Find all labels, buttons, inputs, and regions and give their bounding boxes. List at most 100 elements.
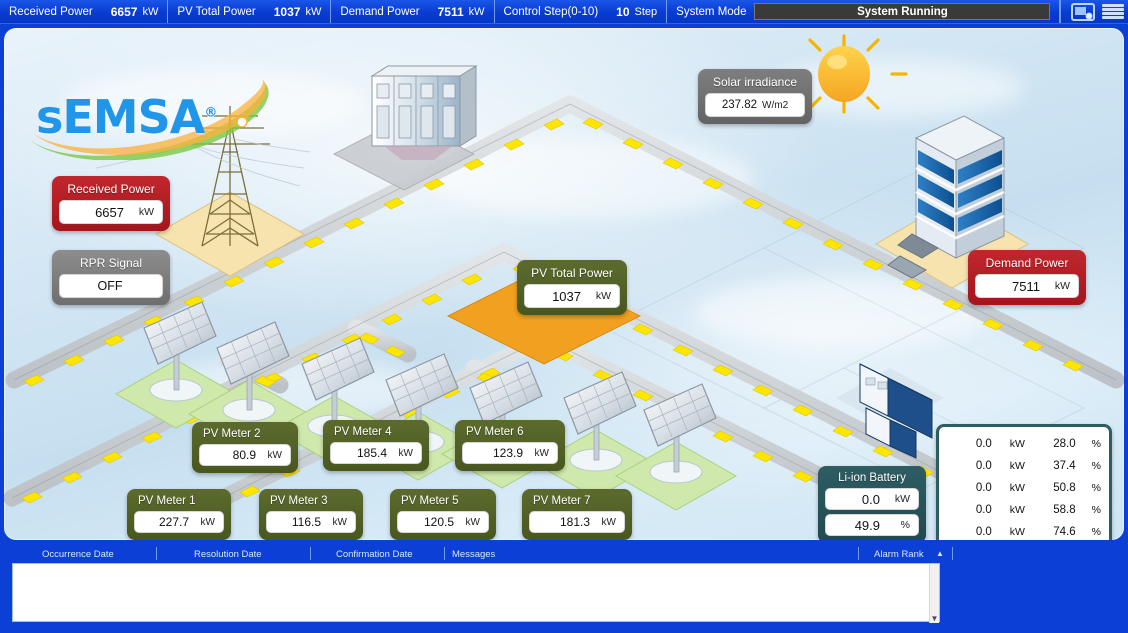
topbar-metric-label: PV Total Power [177, 5, 256, 18]
topbar-system-mode[interactable]: System Mode System Running [667, 0, 1061, 23]
table-row: 0.0 kW 37.4 % [947, 460, 1101, 472]
li-ion-battery-title: Li-ion Battery [838, 472, 906, 484]
logo-wordmark: sEMSA® [36, 90, 217, 144]
table-row: 0.0 kW 28.0 % [947, 438, 1101, 450]
pv-meter-4-panel[interactable]: PV Meter 4 185.4 kW [323, 420, 429, 471]
pv-total-power-unit: kW [595, 290, 611, 302]
topbar-metric-received-power[interactable]: Received Power 6657 kW [0, 0, 169, 23]
topbar-metric-pv-total-power[interactable]: PV Total Power 1037 kW [168, 0, 332, 23]
screenshot-camera-icon[interactable] [1070, 2, 1096, 21]
battery-row-soc: 37.4 [1053, 460, 1076, 472]
li-ion-battery-power-unit: kW [894, 493, 910, 505]
received-power-panel[interactable]: Received Power 6657 kW [52, 176, 170, 231]
solar-irradiance-value: 237.82 [721, 99, 758, 111]
system-mode-label: System Mode [676, 5, 747, 18]
battery-row-power: 0.0 [975, 482, 992, 494]
pv-meter-7-panel[interactable]: PV Meter 7 181.3 kW [522, 489, 632, 540]
li-ion-battery-soc-unit: % [900, 519, 910, 531]
pv-meter-3-field: 116.5 kW [266, 511, 356, 533]
solar-irradiance-title: Solar irradiance [712, 75, 798, 89]
pv-meter-6-field: 123.9 kW [462, 442, 558, 464]
topbar-metric-demand-power[interactable]: Demand Power 7511 kW [331, 0, 495, 23]
pv-total-power-panel[interactable]: PV Total Power 1037 kW [517, 260, 627, 315]
semsa-logo: sEMSA® [28, 76, 278, 160]
pv-meter-4-title: PV Meter 4 [334, 426, 392, 438]
demand-power-panel[interactable]: Demand Power 7511 kW [968, 250, 1086, 305]
scroll-down-arrow-icon[interactable]: ▼ [931, 614, 939, 623]
battery-row-soc-unit: % [1091, 526, 1101, 538]
rpr-signal-field: OFF [59, 274, 163, 298]
topbar-metric-label: Received Power [9, 5, 93, 18]
demand-power-title: Demand Power [985, 256, 1069, 270]
li-ion-battery-panel[interactable]: Li-ion Battery 0.0 kW 49.9 % [818, 466, 926, 540]
topbar-icon-group [1060, 0, 1128, 23]
battery-row-power-unit: kW [1009, 526, 1025, 538]
pv-meter-5-value: 120.5 [423, 515, 454, 529]
alarm-col-occurrence-date[interactable]: Occurrence Date [42, 549, 114, 560]
rpr-signal-panel[interactable]: RPR Signal OFF [52, 250, 170, 305]
rpr-signal-value: OFF [97, 279, 123, 293]
pv-meter-3-unit: kW [332, 516, 347, 528]
pv-meter-1-value: 227.7 [158, 515, 189, 529]
battery-row-soc: 74.6 [1053, 526, 1076, 538]
battery-row-power: 0.0 [975, 504, 992, 516]
topbar-metric-unit: kW [305, 5, 322, 18]
pv-meter-6-value: 123.9 [492, 446, 523, 460]
pv-meter-5-panel[interactable]: PV Meter 5 120.5 kW [390, 489, 496, 540]
alarm-col-alarm-rank[interactable]: Alarm Rank [874, 549, 924, 560]
battery-row-soc: 28.0 [1053, 438, 1076, 450]
topbar-metric-unit: kW [468, 5, 485, 18]
pv-meter-1-unit: kW [200, 516, 215, 528]
pv-meter-5-field: 120.5 kW [397, 511, 489, 533]
solar-irradiance-unit: W/m2 [762, 99, 789, 111]
solar-irradiance-panel[interactable]: Solar irradiance 237.82 W/m2 [698, 69, 812, 124]
received-power-unit: kW [138, 206, 154, 218]
battery-string-table[interactable]: 0.0 kW 28.0 % 0.0 kW 37.4 % 0.0 kW 50.8 … [936, 424, 1112, 540]
battery-row-soc-unit: % [1091, 504, 1101, 516]
pv-meter-6-panel[interactable]: PV Meter 6 123.9 kW [455, 420, 565, 471]
topbar-metric-label: Control Step(0-10) [503, 5, 599, 18]
topbar-metric-control-step[interactable]: Control Step(0-10) 10 Step [495, 0, 668, 23]
table-row: 0.0 kW 74.6 % [947, 526, 1101, 538]
header-divider [156, 547, 157, 560]
table-row: 0.0 kW 50.8 % [947, 482, 1101, 494]
sort-ascending-icon[interactable]: ▲ [936, 549, 944, 558]
pv-meter-6-unit: kW [534, 447, 549, 459]
received-power-field: 6657 kW [59, 200, 163, 224]
battery-row-soc-unit: % [1091, 482, 1101, 494]
alarm-bar: Occurrence Date Resolution Date Confirma… [0, 546, 1128, 633]
plant-overview-diagram: sEMSA® Received Power 6657 kW RPR Signal… [4, 28, 1124, 540]
battery-row-power-unit: kW [1009, 438, 1025, 450]
battery-row-power: 0.0 [975, 526, 992, 538]
pv-meter-7-field: 181.3 kW [529, 511, 625, 533]
alarm-col-resolution-date[interactable]: Resolution Date [194, 549, 262, 560]
pv-total-power-field: 1037 kW [524, 284, 620, 308]
alarm-list-scrollbar[interactable]: ▼ [929, 564, 939, 623]
topbar-metric-unit: kW [142, 5, 159, 18]
alarm-list[interactable]: ▼ [12, 563, 940, 623]
topbar-metric-value: 6657 [110, 4, 138, 19]
alarm-table-header: Occurrence Date Resolution Date Confirma… [0, 546, 1128, 562]
pv-meter-2-field: 80.9 kW [199, 444, 291, 466]
pv-meter-2-value: 80.9 [232, 448, 256, 462]
battery-row-soc: 50.8 [1053, 482, 1076, 494]
alarm-col-messages[interactable]: Messages [452, 549, 495, 560]
pv-meter-2-panel[interactable]: PV Meter 2 80.9 kW [192, 422, 298, 473]
li-ion-battery-power-value: 0.0 [861, 491, 880, 507]
top-status-bar: Received Power 6657 kW PV Total Power 10… [0, 0, 1128, 24]
battery-row-power: 0.0 [975, 460, 992, 472]
header-divider [952, 547, 953, 560]
semsa-energy-management-screen: Received Power 6657 kW PV Total Power 10… [0, 0, 1128, 633]
demand-power-unit: kW [1054, 280, 1070, 292]
pv-meter-2-title: PV Meter 2 [203, 428, 261, 440]
hamburger-menu-icon[interactable] [1102, 3, 1125, 20]
alarm-col-confirmation-date[interactable]: Confirmation Date [336, 549, 413, 560]
battery-container-icon [836, 363, 944, 459]
pv-meter-1-field: 227.7 kW [134, 511, 224, 533]
pv-meter-1-panel[interactable]: PV Meter 1 227.7 kW [127, 489, 231, 540]
pv-meter-3-value: 116.5 [291, 515, 321, 529]
li-ion-battery-power-field: 0.0 kW [825, 488, 919, 510]
battery-row-power-unit: kW [1009, 504, 1025, 516]
pv-meter-3-panel[interactable]: PV Meter 3 116.5 kW [259, 489, 363, 540]
topbar-metric-value: 7511 [437, 4, 464, 19]
